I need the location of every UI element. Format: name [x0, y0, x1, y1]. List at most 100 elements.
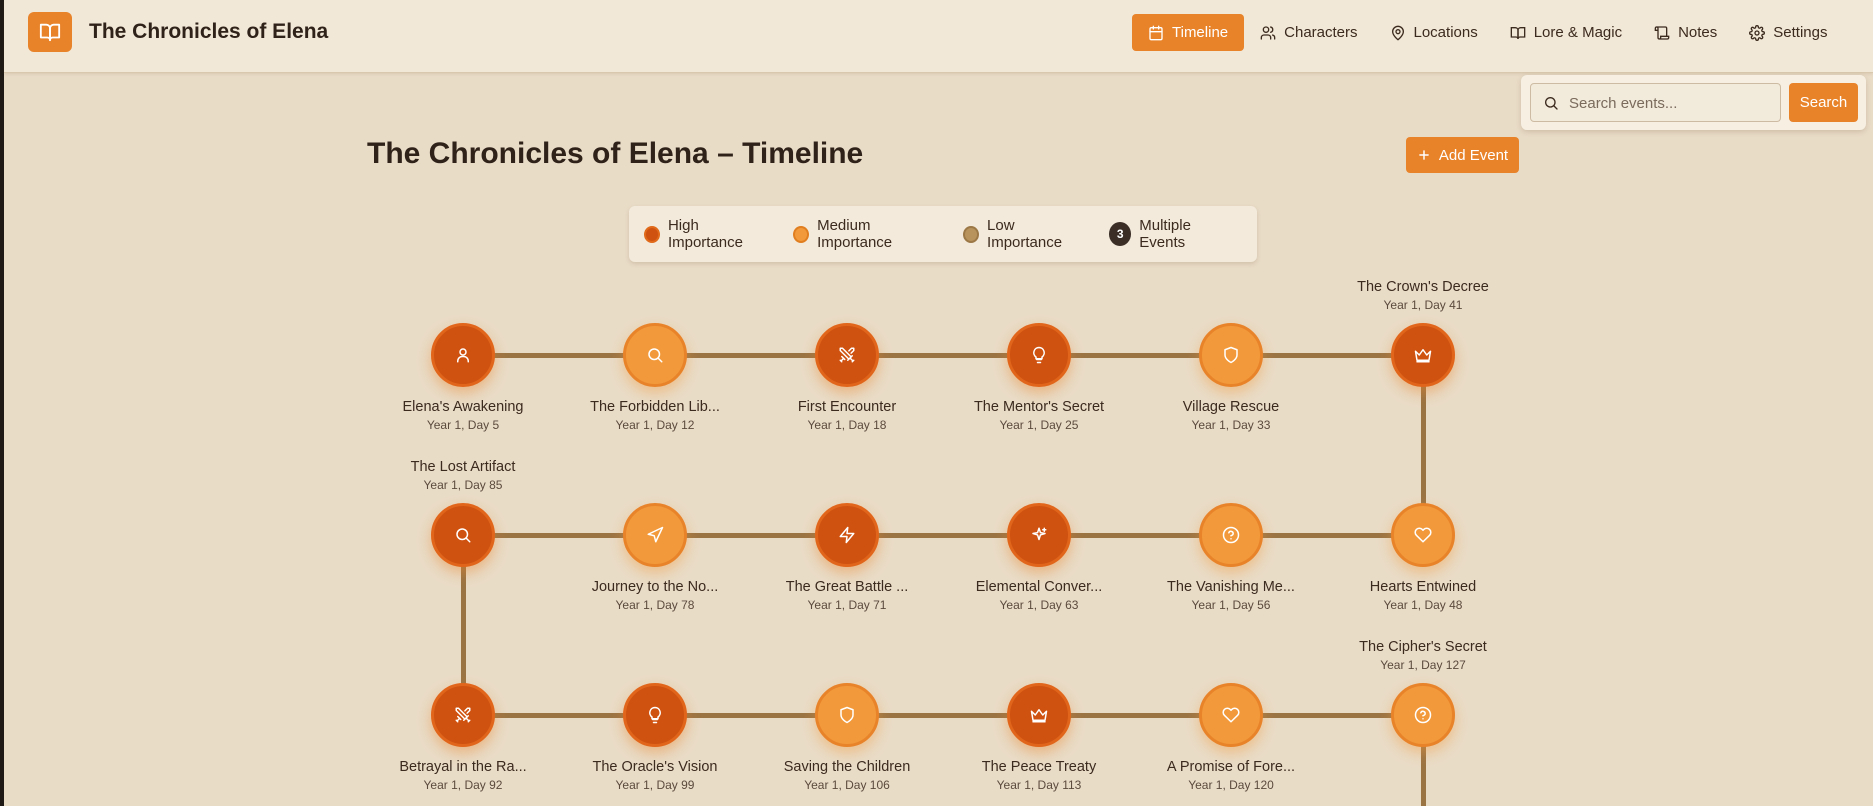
plus-icon: [1419, 150, 1429, 160]
event-marker[interactable]: [1007, 503, 1071, 567]
event-date: Year 1, Day 71: [807, 598, 887, 612]
calendar-icon: [1149, 25, 1163, 40]
lightbulb-icon: [1033, 346, 1045, 364]
help-circle-icon: [1414, 706, 1432, 724]
event-title: Elemental Conver...: [975, 579, 1103, 595]
event-title: The Oracle's Vision: [592, 759, 718, 775]
window-edge: [0, 0, 4, 806]
map-pin-icon: [1391, 25, 1404, 41]
nav-characters[interactable]: Characters: [1244, 14, 1373, 51]
event-title: Elena's Awakening: [402, 399, 524, 415]
search-input[interactable]: [1569, 92, 1774, 114]
search-button[interactable]: Search: [1789, 83, 1858, 122]
event-marker[interactable]: [1391, 683, 1455, 747]
event-title: The Crown's Decree: [1357, 279, 1489, 295]
add-event-label: Add Event: [1438, 146, 1509, 164]
lightbulb-icon: [649, 706, 661, 724]
nav-notes[interactable]: Notes: [1638, 14, 1733, 51]
event-title: The Peace Treaty: [981, 759, 1097, 775]
event-marker[interactable]: [623, 323, 687, 387]
nav-label: Characters: [1284, 24, 1358, 41]
event-marker[interactable]: [1007, 323, 1071, 387]
event-marker[interactable]: [1199, 503, 1263, 567]
nav-label: Settings: [1773, 24, 1828, 41]
help-circle-icon: [1222, 526, 1240, 544]
event-title: Betrayal in the Ra...: [399, 759, 527, 775]
event-date: Year 1, Day 113: [996, 778, 1082, 792]
swords-icon: [455, 707, 471, 723]
nav-locations[interactable]: Locations: [1374, 14, 1494, 51]
event-date: Year 1, Day 18: [807, 418, 887, 432]
sparkles-icon: [1032, 527, 1047, 541]
event-marker[interactable]: [623, 683, 687, 747]
low-importance-dot: [963, 225, 980, 243]
legend-low: Low Importance: [963, 217, 1085, 251]
event-title: Hearts Entwined: [1369, 579, 1477, 595]
nav-timeline[interactable]: Timeline: [1132, 14, 1245, 51]
crown-icon: [1030, 709, 1048, 723]
legend-medium: Medium Importance: [793, 217, 939, 251]
add-event-button[interactable]: Add Event: [1406, 137, 1519, 173]
event-title: The Forbidden Lib...: [590, 399, 720, 415]
event-marker[interactable]: [815, 683, 879, 747]
event-title: First Encounter: [797, 399, 897, 415]
legend-medium-label: Medium Importance: [817, 217, 893, 251]
event-marker[interactable]: [431, 503, 495, 567]
event-marker[interactable]: [1391, 503, 1455, 567]
heart-icon: [1414, 527, 1432, 543]
event-date: Year 1, Day 33: [1191, 418, 1271, 432]
event-date: Year 1, Day 85: [423, 478, 503, 492]
book-open-icon[interactable]: [28, 12, 72, 52]
timeline-track-row: [463, 352, 1423, 358]
event-date: Year 1, Day 120: [1188, 778, 1274, 792]
event-marker[interactable]: [1391, 323, 1455, 387]
medium-importance-dot: [793, 225, 810, 243]
legend-high: High Importance: [644, 217, 769, 251]
gear-icon: [1749, 24, 1766, 41]
event-marker[interactable]: [815, 323, 879, 387]
search-icon: [1545, 97, 1558, 110]
event-date: Year 1, Day 78: [615, 598, 695, 612]
event-marker[interactable]: [431, 683, 495, 747]
navigation-icon: [647, 526, 664, 543]
search-popover: Search: [1521, 75, 1866, 130]
legend-low-label: Low Importance: [987, 217, 1063, 251]
event-date: Year 1, Day 106: [804, 778, 890, 792]
main-nav: Timeline Characters Locations Lore & Mag…: [1132, 14, 1843, 51]
event-title: Saving the Children: [783, 759, 911, 775]
event-date: Year 1, Day 99: [615, 778, 695, 792]
legend-multiple: 3 Multiple Events: [1109, 217, 1233, 251]
event-date: Year 1, Day 48: [1383, 598, 1463, 612]
timeline-track-row: [463, 532, 1423, 538]
event-marker[interactable]: [1199, 323, 1263, 387]
event-date: Year 1, Day 5: [426, 418, 500, 432]
nav-label: Timeline: [1172, 24, 1229, 41]
scroll-icon: [1654, 25, 1670, 40]
nav-lore-magic[interactable]: Lore & Magic: [1494, 14, 1638, 51]
app-title: The Chronicles of Elena: [89, 20, 329, 43]
shield-icon: [1224, 346, 1238, 364]
event-date: Year 1, Day 56: [1191, 598, 1271, 612]
event-marker[interactable]: [431, 323, 495, 387]
app-header: The Chronicles of Elena Timeline Charact…: [4, 0, 1873, 73]
nav-label: Notes: [1678, 24, 1718, 41]
swords-icon: [839, 347, 855, 363]
event-date: Year 1, Day 63: [999, 598, 1079, 612]
event-marker[interactable]: [815, 503, 879, 567]
event-date: Year 1, Day 41: [1383, 298, 1463, 312]
event-date: Year 1, Day 12: [615, 418, 695, 432]
search-icon: [648, 348, 663, 363]
event-title: Journey to the No...: [591, 579, 719, 595]
event-title: The Mentor's Secret: [973, 399, 1105, 415]
heart-icon: [1222, 707, 1240, 723]
nav-settings[interactable]: Settings: [1733, 14, 1843, 51]
event-date: Year 1, Day 25: [999, 418, 1079, 432]
page-title: The Chronicles of Elena – Timeline: [367, 137, 864, 170]
multiple-events-badge: 3: [1109, 222, 1132, 246]
search-field: [1530, 83, 1781, 122]
crown-icon: [1414, 349, 1432, 363]
event-title: The Cipher's Secret: [1359, 639, 1487, 655]
event-marker[interactable]: [623, 503, 687, 567]
event-marker[interactable]: [1199, 683, 1263, 747]
event-marker[interactable]: [1007, 683, 1071, 747]
